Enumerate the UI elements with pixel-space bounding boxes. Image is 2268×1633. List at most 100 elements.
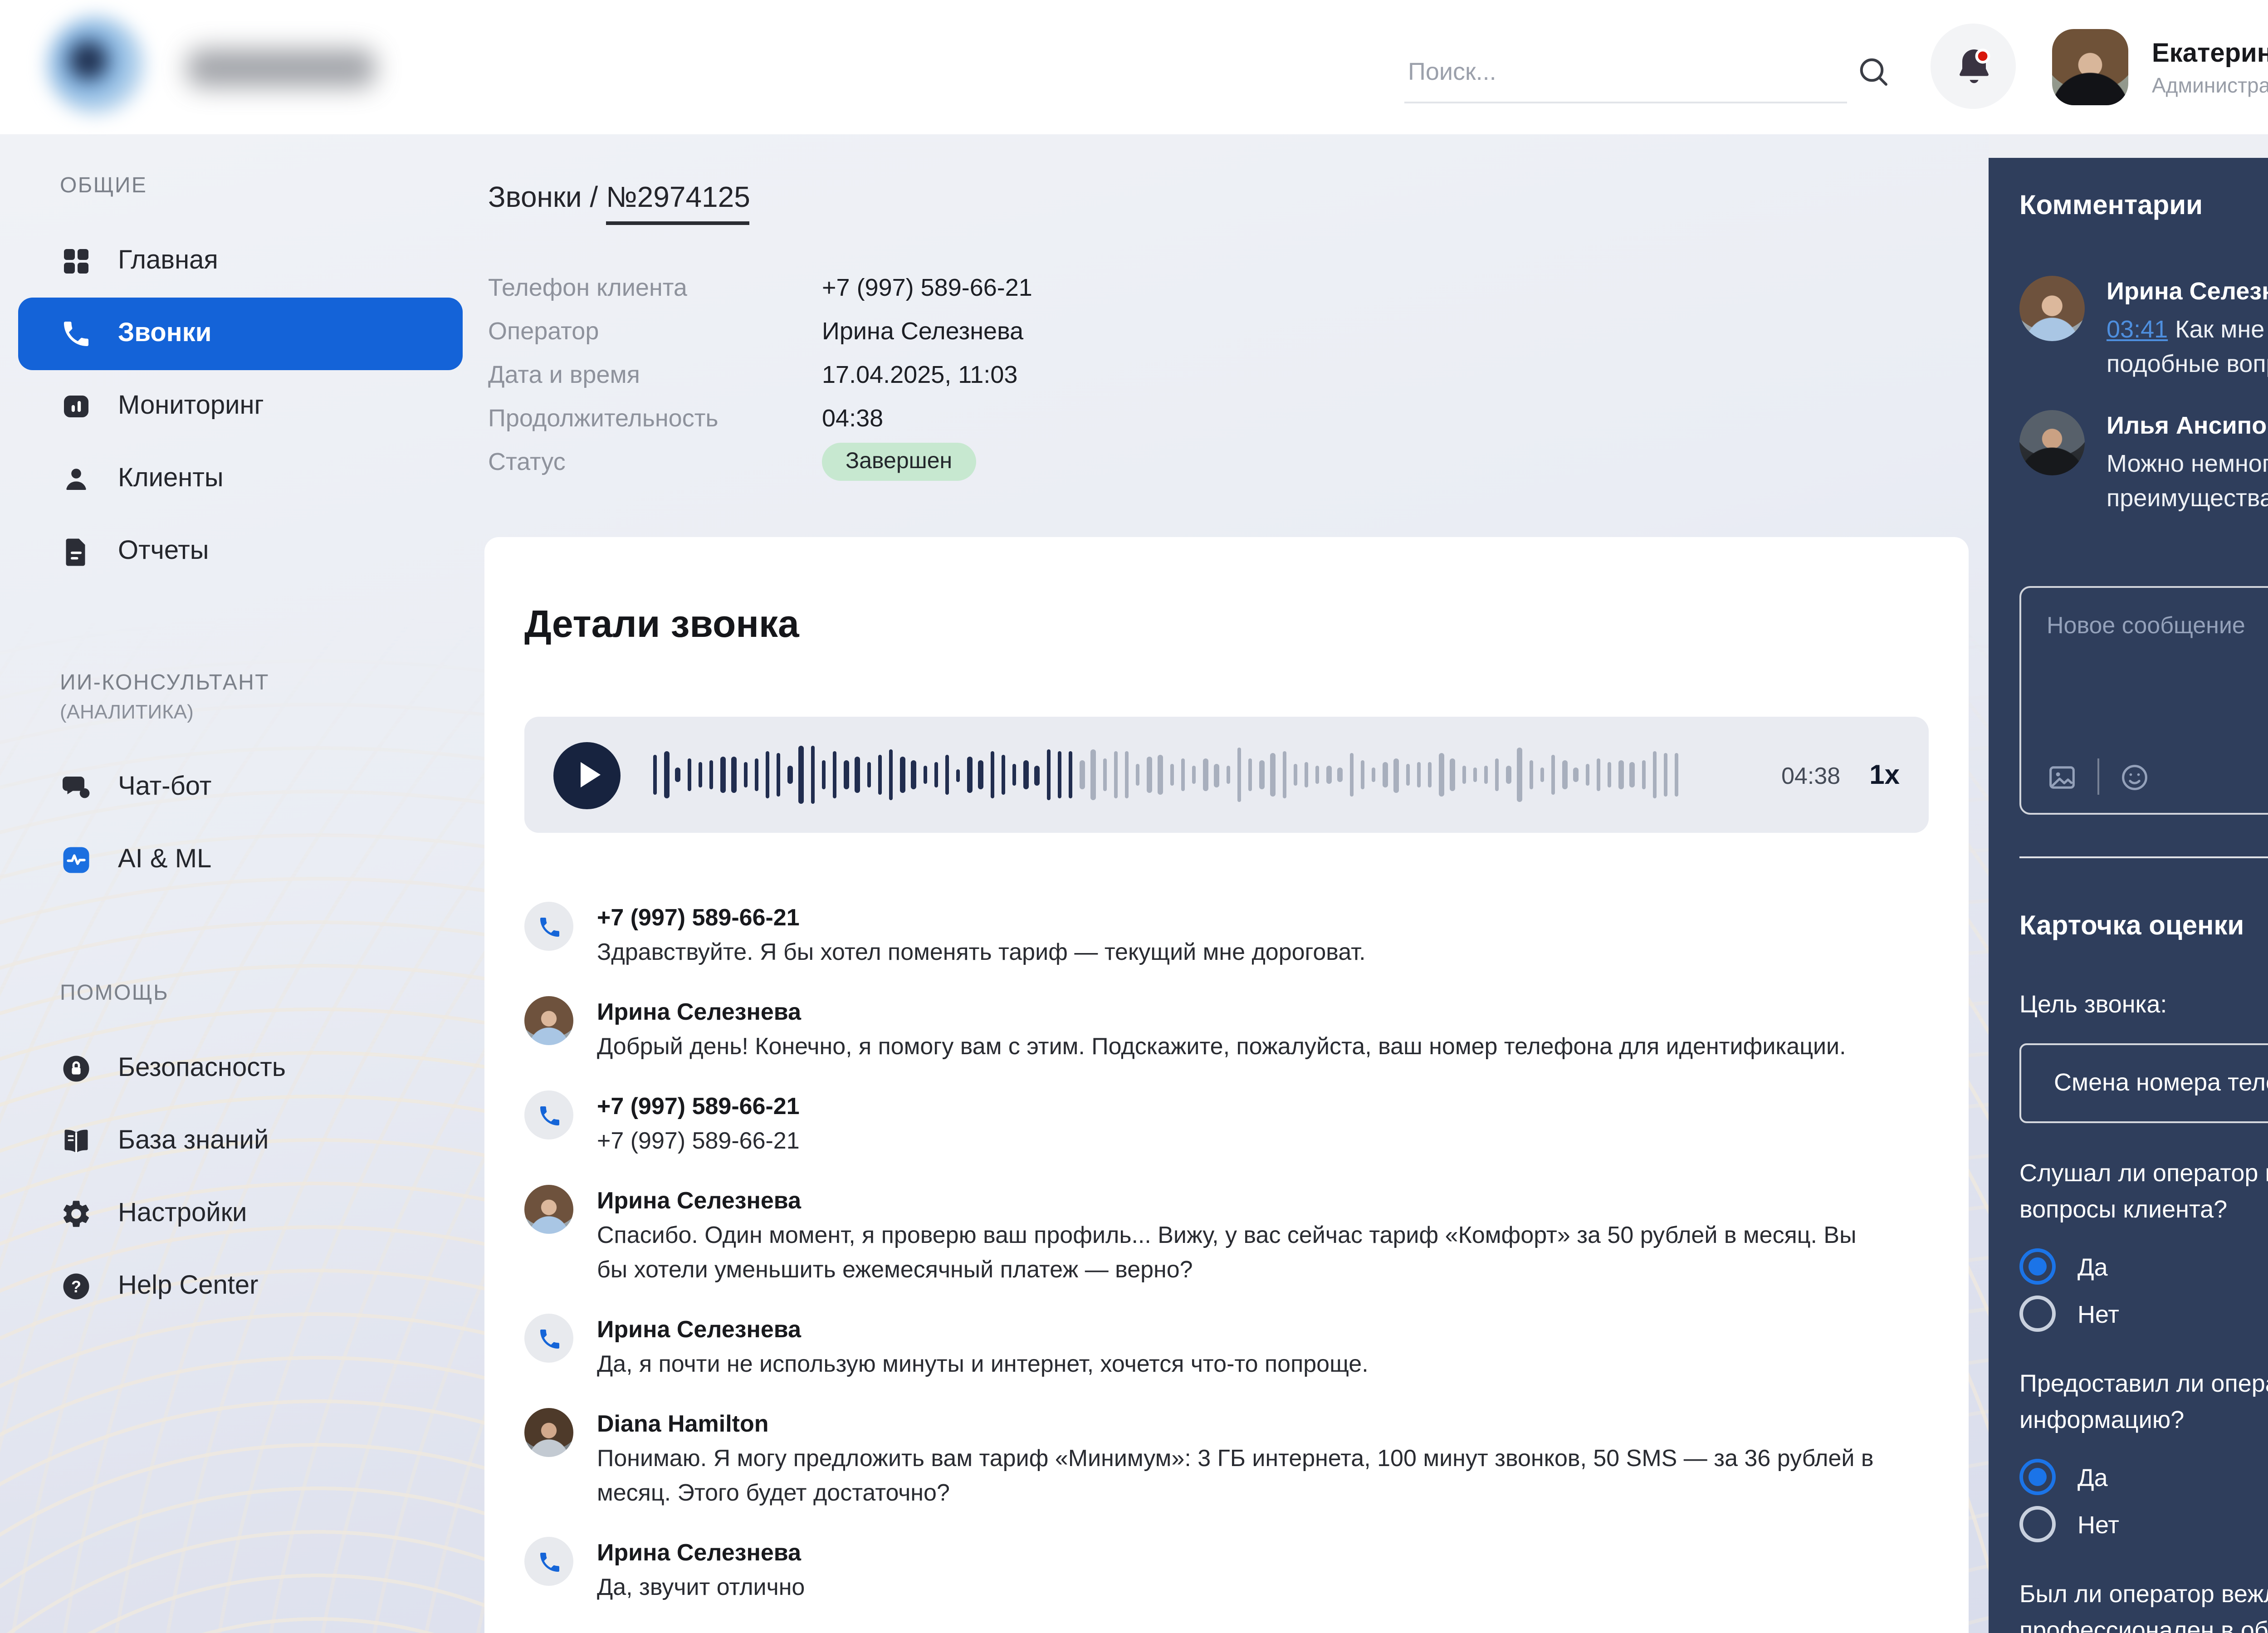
- panel-divider: [2019, 856, 2268, 858]
- waveform-bar: [743, 763, 748, 787]
- sidebar-item-клиенты[interactable]: Клиенты: [0, 443, 481, 515]
- waveform-bar: [709, 760, 714, 789]
- waveform-bar: [1619, 760, 1623, 790]
- waveform-bar: [1158, 754, 1163, 796]
- search-input[interactable]: [1404, 51, 1847, 103]
- comment-timestamp-link[interactable]: 03:41: [2107, 316, 2168, 343]
- waveform-bar: [1428, 763, 1432, 787]
- answer-option-да[interactable]: Да: [2019, 1250, 2268, 1283]
- sidebar-item-база-знаний[interactable]: База знаний: [0, 1105, 481, 1178]
- sidebar-section-sublabel: (АНАЛИТИКА): [0, 697, 481, 726]
- waveform-bar: [923, 766, 927, 784]
- waveform-bar: [766, 751, 770, 799]
- waveform-bar: [811, 745, 815, 804]
- transcript-list: +7 (997) 589-66-21Здравствуйте. Я бы хот…: [524, 902, 1929, 1604]
- sidebar-item-настройки[interactable]: Настройки: [0, 1178, 481, 1250]
- comments-list: Ирина Селезнева03:41Как мне лучше отвеча…: [2019, 276, 2268, 515]
- search-field-wrap: [1404, 51, 1840, 103]
- search-icon[interactable]: [1854, 53, 1892, 91]
- sidebar-item-label: Мониторинг: [118, 392, 264, 421]
- waveform-bar: [1215, 763, 1219, 787]
- waveform-bar: [1327, 765, 1331, 784]
- answer-option-нет[interactable]: Нет: [2019, 1297, 2268, 1330]
- sidebar-item-help-center[interactable]: ?Help Center: [0, 1250, 481, 1323]
- info-label: Продолжительность: [488, 404, 822, 431]
- user-avatar[interactable]: [2052, 29, 2128, 105]
- waveform-bar: [1675, 752, 1679, 797]
- message-text: +7 (997) 589-66-21: [597, 1123, 800, 1158]
- info-value: 17.04.2025, 11:03: [822, 360, 1017, 387]
- waveform-bar: [1652, 752, 1657, 798]
- sidebar-item-label: Чат-бот: [118, 773, 211, 802]
- brand-logo[interactable]: [47, 16, 145, 114]
- speaker-avatar: [524, 996, 573, 1045]
- waveform-bar: [833, 752, 837, 798]
- radio-button[interactable]: [2019, 1459, 2056, 1495]
- waveform-bar: [1417, 761, 1421, 788]
- message-text: Спасибо. Один момент, я проверю ваш проф…: [597, 1217, 1876, 1286]
- transcript-message: Ирина СелезневаДа, я почти не использую …: [524, 1314, 1929, 1381]
- comment-item: Илья АнсиповМожно немного подробнее опис…: [2019, 410, 2268, 515]
- waveform-bar: [665, 752, 669, 798]
- score-question: Слушал ли оператор внимательно вопросы к…: [2019, 1156, 2268, 1330]
- answer-option-да[interactable]: Да: [2019, 1461, 2268, 1493]
- breadcrumb-section[interactable]: Звонки: [488, 183, 582, 214]
- waveform-bar: [1349, 754, 1354, 796]
- monitor-icon: [60, 390, 93, 423]
- breadcrumb-separator: /: [582, 183, 606, 214]
- transcript-message: Ирина СелезневаСпасибо. Один момент, я п…: [524, 1185, 1929, 1286]
- waveform-bar: [1450, 759, 1455, 790]
- waveform-bar: [1001, 755, 1006, 794]
- call-goal-value[interactable]: Смена номера телефона: [2019, 1043, 2268, 1123]
- answer-option-нет[interactable]: Нет: [2019, 1508, 2268, 1540]
- score-questions: Слушал ли оператор внимательно вопросы к…: [2019, 1156, 2268, 1633]
- waveform-bar: [1338, 767, 1343, 782]
- option-label: Нет: [2077, 1511, 2119, 1538]
- waveform-seekbar[interactable]: [653, 735, 1756, 815]
- notifications-button[interactable]: [1931, 24, 2016, 109]
- waveform-bar: [799, 745, 804, 805]
- waveform-bar: [754, 758, 759, 791]
- player-duration: 04:38: [1781, 761, 1840, 788]
- sidebar-item-мониторинг[interactable]: Мониторинг: [0, 370, 481, 443]
- attach-image-icon[interactable]: [2045, 759, 2079, 794]
- info-label: Оператор: [488, 317, 822, 344]
- radio-button[interactable]: [2019, 1506, 2056, 1542]
- sidebar-item-чат-бот[interactable]: Чат-бот: [0, 751, 481, 824]
- waveform-bar: [1057, 751, 1062, 799]
- message-text: Добрый день! Конечно, я помогу вам с эти…: [597, 1029, 1846, 1063]
- waveform-bar: [1585, 763, 1589, 786]
- new-message-input[interactable]: [2047, 611, 2268, 639]
- sidebar-item-звонки[interactable]: Звонки: [18, 298, 463, 370]
- waveform-bar: [1563, 761, 1567, 789]
- waveform-bar: [1170, 763, 1174, 787]
- waveform-bar: [1114, 752, 1118, 798]
- radio-button[interactable]: [2019, 1248, 2056, 1285]
- comment-author-avatar: [2019, 410, 2085, 475]
- sidebar-item-label: Главная: [118, 247, 218, 276]
- score-card-header: Карточка оценки: [2019, 909, 2268, 942]
- sidebar-item-label: База знаний: [118, 1127, 269, 1156]
- waveform-bar: [1012, 763, 1017, 787]
- app-root: Екатерина Большакова Администратор ОБЩИЕ…: [0, 0, 2268, 1633]
- main-content: Звонки / №2974125 Телефон клиента+7 (997…: [481, 134, 1989, 1633]
- sidebar-item-ai-&-ml[interactable]: AI & ML: [0, 824, 481, 896]
- option-label: Нет: [2077, 1300, 2119, 1327]
- sidebar-item-безопасность[interactable]: Безопасность: [0, 1032, 481, 1105]
- option-label: Да: [2077, 1253, 2108, 1280]
- caller-phone-icon: [524, 1090, 573, 1139]
- audio-player: 04:38 1x: [524, 717, 1929, 833]
- emoji-icon[interactable]: [2117, 759, 2152, 794]
- radio-button[interactable]: [2019, 1296, 2056, 1332]
- sidebar-item-главная[interactable]: Главная: [0, 225, 481, 298]
- waveform-bar: [698, 762, 703, 788]
- waveform-bar: [1383, 762, 1388, 788]
- waveform-bar: [1484, 765, 1489, 784]
- aiml-icon: [60, 844, 93, 876]
- sidebar-item-отчеты[interactable]: Отчеты: [0, 515, 481, 588]
- user-role: Администратор: [2152, 76, 2268, 98]
- play-button[interactable]: [553, 741, 621, 808]
- breadcrumb-current[interactable]: №2974125: [606, 183, 750, 225]
- playback-speed-button[interactable]: 1x: [1869, 759, 1900, 790]
- info-label: Дата и время: [488, 360, 822, 387]
